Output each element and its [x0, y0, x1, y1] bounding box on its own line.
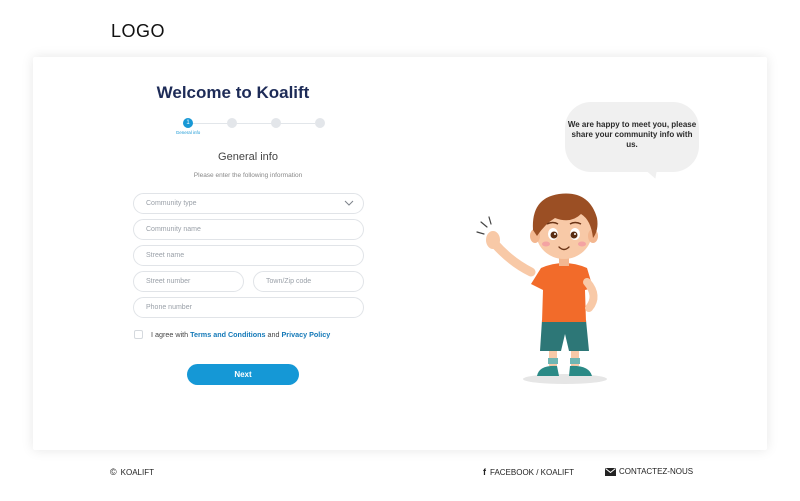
community-type-placeholder: Community type [146, 200, 197, 207]
street-name-placeholder: Street name [146, 252, 185, 259]
step-3-dot [271, 118, 281, 128]
form-card: Welcome to Koalift 1 General info Genera… [33, 57, 767, 450]
footer-contact-text: CONTACTEZ-NOUS [619, 467, 694, 476]
next-button[interactable]: Next [187, 364, 299, 385]
phone-number-field[interactable]: Phone number [133, 297, 364, 318]
envelope-icon [605, 467, 616, 476]
town-zip-field[interactable]: Town/Zip code [253, 271, 364, 292]
step-2-dot [227, 118, 237, 128]
footer-copyright: © KOALIFT [110, 467, 154, 477]
step-3[interactable] [256, 118, 296, 130]
step-2[interactable] [212, 118, 252, 130]
facebook-icon: f [483, 467, 486, 477]
step-1-dot: 1 [183, 118, 193, 128]
stepper: 1 General info [176, 118, 328, 140]
street-number-field[interactable]: Street number [133, 271, 244, 292]
phone-number-placeholder: Phone number [146, 304, 192, 311]
agree-prefix: I agree with [151, 330, 189, 339]
street-number-placeholder: Street number [146, 278, 191, 285]
section-title: General info [218, 151, 278, 163]
community-type-select[interactable]: Community type [133, 193, 364, 214]
privacy-link[interactable]: Privacy Policy [282, 330, 331, 339]
agree-and: and [267, 330, 280, 339]
speech-bubble-text: We are happy to meet you, please share y… [567, 120, 697, 149]
speech-bubble: We are happy to meet you, please share y… [565, 102, 699, 172]
footer-facebook-link[interactable]: f FACEBOOK / KOALIFT [483, 467, 574, 477]
terms-agreement: I agree with Terms and Conditions and Pr… [134, 330, 330, 339]
community-name-placeholder: Community name [146, 226, 201, 233]
footer-copyright-text: KOALIFT [120, 467, 154, 477]
terms-link[interactable]: Terms and Conditions [190, 330, 265, 339]
waving-kid-illustration [476, 193, 607, 384]
terms-checkbox[interactable] [134, 330, 143, 339]
street-name-field[interactable]: Street name [133, 245, 364, 266]
section-subtitle: Please enter the following information [193, 172, 303, 179]
step-1-label: General info [175, 130, 201, 135]
community-name-field[interactable]: Community name [133, 219, 364, 240]
page-title: Welcome to Koalift [156, 83, 310, 102]
step-1[interactable]: 1 General info [168, 118, 208, 135]
footer-contact-link[interactable]: CONTACTEZ-NOUS [605, 467, 693, 476]
step-4[interactable] [300, 118, 340, 130]
footer-facebook-text: FACEBOOK / KOALIFT [490, 467, 575, 477]
step-4-dot [315, 118, 325, 128]
town-zip-placeholder: Town/Zip code [266, 278, 312, 285]
chevron-down-icon [344, 200, 354, 206]
copyright-icon: © [110, 467, 117, 477]
logo[interactable]: LOGO [111, 21, 165, 42]
